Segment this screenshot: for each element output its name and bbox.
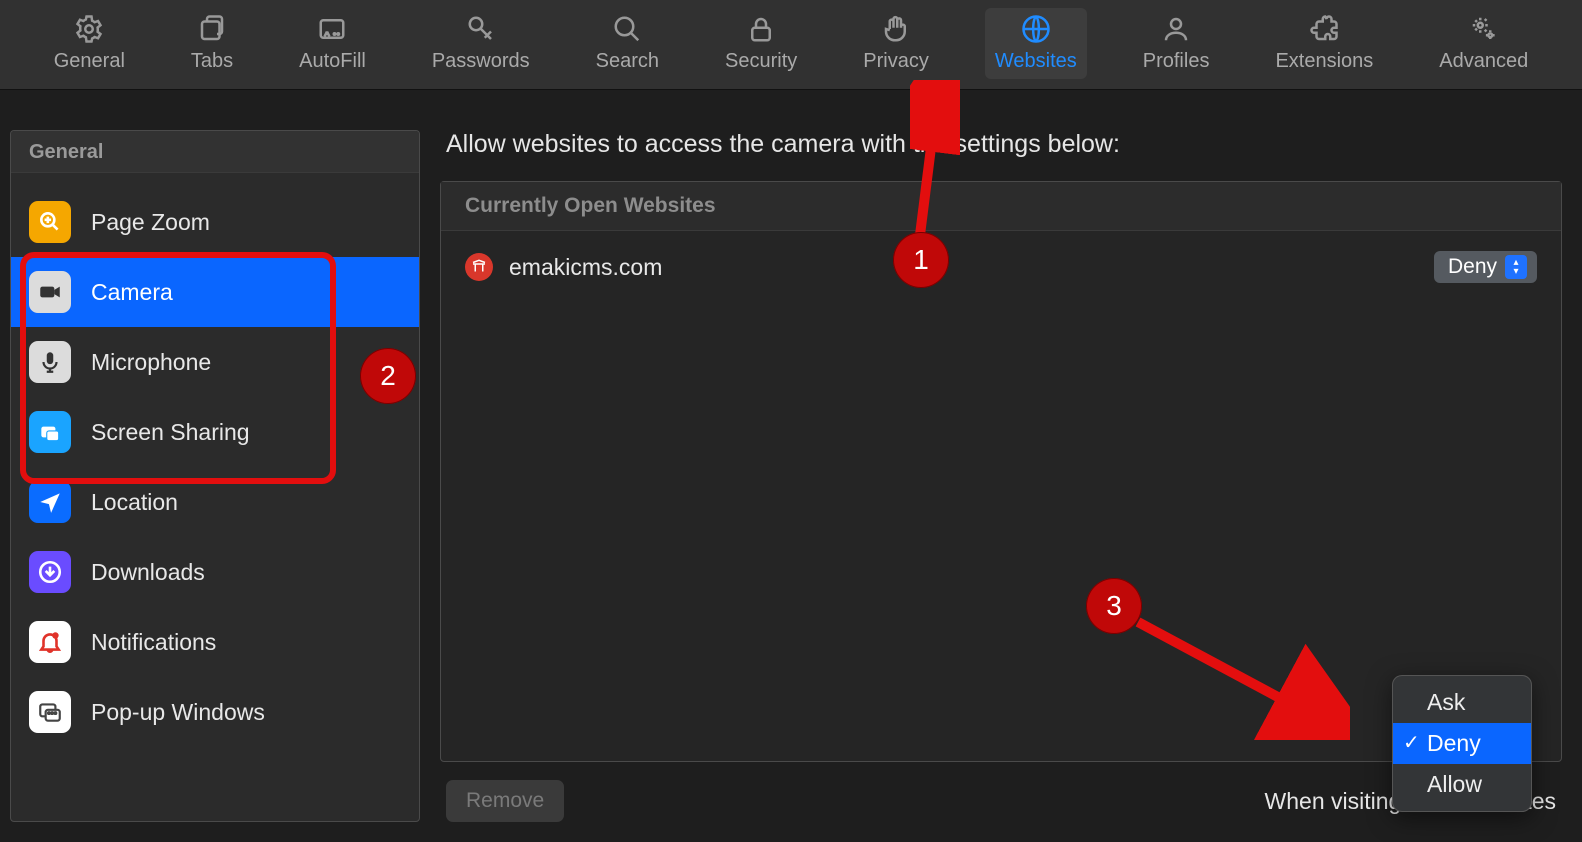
content-area: General Page Zoom Camera Microphone <box>0 90 1582 842</box>
sidebar-item-label: Microphone <box>91 349 211 376</box>
chevron-updown-icon <box>1505 255 1527 279</box>
site-permission-select[interactable]: Deny <box>1434 251 1537 283</box>
hand-icon <box>881 14 911 44</box>
downloads-icon <box>29 551 71 593</box>
location-icon <box>29 481 71 523</box>
toolbar-advanced[interactable]: Advanced <box>1429 8 1538 79</box>
sidebar-list: Page Zoom Camera Microphone Screen Shari… <box>11 173 419 747</box>
sidebar-item-page-zoom[interactable]: Page Zoom <box>11 187 419 257</box>
sidebar-item-popups[interactable]: Pop-up Windows <box>11 677 419 747</box>
sidebar-item-label: Camera <box>91 279 173 306</box>
toolbar-security[interactable]: Security <box>715 8 807 79</box>
sidebar-header: General <box>11 131 419 173</box>
lock-icon <box>746 14 776 44</box>
annotation-circle-2: 2 <box>360 348 416 404</box>
autofill-icon <box>317 14 347 44</box>
sidebar-item-label: Location <box>91 489 178 516</box>
site-favicon <box>465 253 493 281</box>
window-icon <box>29 691 71 733</box>
toolbar-label: Security <box>725 50 797 73</box>
remove-button[interactable]: Remove <box>446 780 564 822</box>
toolbar-label: Tabs <box>191 50 233 73</box>
preferences-toolbar: General Tabs AutoFill Passwords Search S… <box>0 0 1582 90</box>
toolbar-websites[interactable]: Websites <box>985 8 1087 79</box>
toolbar-label: Passwords <box>432 50 530 73</box>
toolbar-label: Advanced <box>1439 50 1528 73</box>
toolbar-label: Websites <box>995 50 1077 73</box>
zoom-icon <box>29 201 71 243</box>
sidebar-item-downloads[interactable]: Downloads <box>11 537 419 607</box>
bell-icon <box>29 621 71 663</box>
toolbar-general[interactable]: General <box>44 8 135 79</box>
sidebar-item-camera[interactable]: Camera <box>11 257 419 327</box>
dropdown-option-deny[interactable]: Deny <box>1393 723 1531 764</box>
tabs-icon <box>197 14 227 44</box>
toolbar-label: Privacy <box>863 50 929 73</box>
sites-box: Currently Open Websites emakicms.com Den… <box>440 181 1562 762</box>
sidebar-item-label: Screen Sharing <box>91 419 250 446</box>
annotation-circle-1: 1 <box>893 232 949 288</box>
search-icon <box>612 14 642 44</box>
camera-icon <box>29 271 71 313</box>
sidebar-item-label: Notifications <box>91 629 216 656</box>
microphone-icon <box>29 341 71 383</box>
sidebar-item-screen-sharing[interactable]: Screen Sharing <box>11 397 419 467</box>
toolbar-tabs[interactable]: Tabs <box>181 8 243 79</box>
site-permission-value: Deny <box>1448 255 1497 279</box>
dropdown-option-allow[interactable]: Allow <box>1393 764 1531 805</box>
toolbar-label: General <box>54 50 125 73</box>
puzzle-icon <box>1309 14 1339 44</box>
sidebar-item-location[interactable]: Location <box>11 467 419 537</box>
site-row[interactable]: emakicms.com Deny <box>441 231 1561 303</box>
sites-header: Currently Open Websites <box>441 182 1561 231</box>
key-icon <box>466 14 496 44</box>
gears-icon <box>1469 14 1499 44</box>
sidebar-item-label: Pop-up Windows <box>91 699 265 726</box>
main-pane: Allow websites to access the camera with… <box>440 130 1562 822</box>
toolbar-autofill[interactable]: AutoFill <box>289 8 376 79</box>
main-title: Allow websites to access the camera with… <box>446 130 1562 159</box>
toolbar-label: Search <box>596 50 659 73</box>
sidebar-item-label: Page Zoom <box>91 209 210 236</box>
annotation-circle-3: 3 <box>1086 578 1142 634</box>
toolbar-profiles[interactable]: Profiles <box>1133 8 1220 79</box>
toolbar-label: AutoFill <box>299 50 366 73</box>
screen-sharing-icon <box>29 411 71 453</box>
toolbar-privacy[interactable]: Privacy <box>853 8 939 79</box>
toolbar-label: Profiles <box>1143 50 1210 73</box>
sidebar: General Page Zoom Camera Microphone <box>10 130 420 822</box>
dropdown-option-ask[interactable]: Ask <box>1393 682 1531 723</box>
toolbar-label: Extensions <box>1275 50 1373 73</box>
gear-icon <box>74 14 104 44</box>
person-icon <box>1161 14 1191 44</box>
site-domain: emakicms.com <box>509 254 1418 281</box>
toolbar-passwords[interactable]: Passwords <box>422 8 540 79</box>
sidebar-item-notifications[interactable]: Notifications <box>11 607 419 677</box>
sidebar-item-microphone[interactable]: Microphone <box>11 327 419 397</box>
sidebar-item-label: Downloads <box>91 559 205 586</box>
globe-icon <box>1021 14 1051 44</box>
other-websites-dropdown[interactable]: Ask Deny Allow <box>1392 675 1532 812</box>
toolbar-search[interactable]: Search <box>586 8 669 79</box>
toolbar-extensions[interactable]: Extensions <box>1265 8 1383 79</box>
